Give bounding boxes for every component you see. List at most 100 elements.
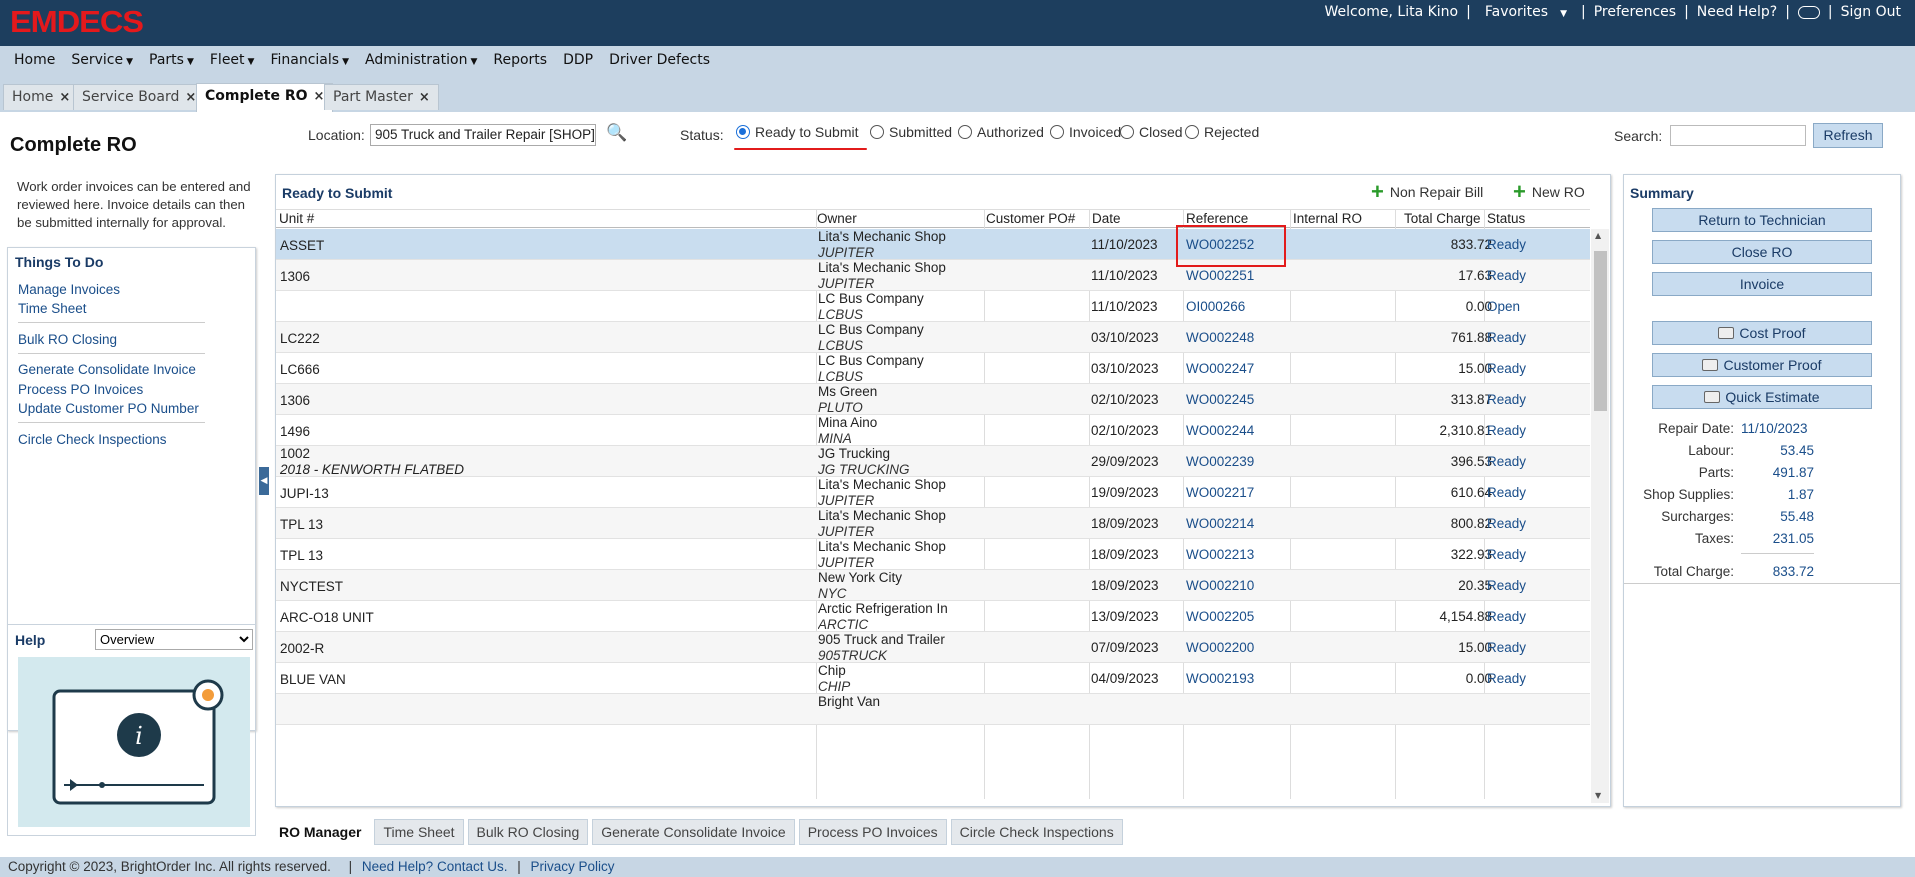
reference-link[interactable]: WO002251 — [1186, 268, 1254, 283]
status-link[interactable]: Ready — [1487, 609, 1526, 624]
col-date[interactable]: Date — [1092, 211, 1121, 226]
reference-link[interactable]: WO002205 — [1186, 609, 1254, 624]
close-icon[interactable]: × — [185, 90, 196, 105]
status-closed[interactable]: Closed — [1120, 124, 1183, 140]
favorites-menu[interactable]: Favorites ▼ — [1479, 4, 1573, 20]
menu-service[interactable]: Service ▼ — [71, 52, 133, 68]
reference-link[interactable]: WO002244 — [1186, 423, 1254, 438]
menu-administration[interactable]: Administration ▼ — [365, 52, 477, 68]
close-icon[interactable]: × — [314, 89, 325, 104]
chat-icon[interactable] — [1797, 5, 1820, 19]
location-input[interactable]: 905 Truck and Trailer Repair [SHOP] — [370, 124, 596, 146]
menu-home[interactable]: Home — [14, 52, 55, 68]
tab-home[interactable]: Home × — [3, 84, 80, 110]
privacy-policy-link[interactable]: Privacy Policy — [531, 859, 615, 874]
btab-ro-manager[interactable]: RO Manager — [270, 819, 371, 845]
link-generate-consolidate-invoice[interactable]: Generate Consolidate Invoice — [18, 362, 196, 377]
status-link[interactable]: Ready — [1487, 454, 1526, 469]
link-update-customer-po[interactable]: Update Customer PO Number — [18, 401, 199, 416]
need-help-link[interactable]: Need Help? — [1697, 4, 1777, 20]
status-link[interactable]: Ready — [1487, 578, 1526, 593]
table-row[interactable]: BLUE VAN Chip CHIP 04/09/2023 WO002193 0.00 Re… — [276, 663, 1590, 694]
emdecs-logo[interactable]: EMDECS — [10, 4, 144, 40]
status-authorized[interactable]: Authorized — [958, 124, 1044, 140]
customer-proof-button[interactable]: Customer Proof — [1652, 353, 1872, 377]
status-invoiced[interactable]: Invoiced — [1050, 124, 1121, 140]
reference-link[interactable]: WO002210 — [1186, 578, 1254, 593]
reference-link[interactable]: WO002213 — [1186, 547, 1254, 562]
contact-us-link[interactable]: Need Help? Contact Us. — [362, 859, 508, 874]
search-icon[interactable]: 🔍 — [606, 123, 627, 143]
help-topic-select[interactable]: Overview — [95, 629, 253, 650]
table-row[interactable]: LC Bus Company LCBUS 11/10/2023 OI000266 0.0… — [276, 291, 1590, 322]
menu-fleet[interactable]: Fleet ▼ — [210, 52, 255, 68]
tab-part-master[interactable]: Part Master × — [324, 84, 439, 110]
col-customer-po[interactable]: Customer PO# — [986, 211, 1075, 226]
btab-bulk-ro-closing[interactable]: Bulk RO Closing — [467, 819, 589, 845]
table-row[interactable]: TPL 13 Lita's Mechanic Shop JUPITER 18/09/2… — [276, 508, 1590, 539]
reference-link[interactable]: WO002217 — [1186, 485, 1254, 500]
table-row[interactable]: ASSET Lita's Mechanic Shop JUPITER 11/10/20… — [276, 229, 1590, 260]
reference-link[interactable]: WO002247 — [1186, 361, 1254, 376]
tab-complete-ro[interactable]: Complete RO × — [196, 83, 334, 112]
scroll-up-icon[interactable]: ▲ — [1595, 231, 1601, 240]
btab-circle-check-inspections[interactable]: Circle Check Inspections — [950, 819, 1123, 845]
non-repair-bill-button[interactable]: + Non Repair Bill — [1371, 181, 1483, 203]
table-row[interactable]: JUPI-13 Lita's Mechanic Shop JUPITER 19/09/… — [276, 477, 1590, 508]
table-row[interactable]: LC222 LC Bus Company LCBUS 03/10/2023 WO0022… — [276, 322, 1590, 353]
col-internal-ro[interactable]: Internal RO — [1293, 211, 1362, 226]
status-link[interactable]: Ready — [1487, 392, 1526, 407]
status-link[interactable]: Ready — [1487, 485, 1526, 500]
refresh-button[interactable]: Refresh — [1813, 123, 1883, 148]
btab-time-sheet[interactable]: Time Sheet — [374, 819, 464, 845]
reference-link[interactable]: OI000266 — [1186, 299, 1245, 314]
link-process-po-invoices[interactable]: Process PO Invoices — [18, 382, 143, 397]
sign-out-link[interactable]: Sign Out — [1841, 4, 1901, 20]
col-total-charge[interactable]: Total Charge — [1404, 211, 1481, 226]
reference-link[interactable]: WO002193 — [1186, 671, 1254, 686]
scrollbar-thumb[interactable] — [1594, 251, 1607, 411]
table-row[interactable]: 1306 Lita's Mechanic Shop JUPITER 11/10/202… — [276, 260, 1590, 291]
status-link[interactable]: Ready — [1487, 268, 1526, 283]
menu-driver-defects[interactable]: Driver Defects — [609, 52, 710, 68]
status-link[interactable]: Ready — [1487, 671, 1526, 686]
table-row[interactable]: ARC-O18 UNIT Arctic Refrigeration Inc. ARC… — [276, 601, 1590, 632]
table-row[interactable]: 1496 Mina Aino MINA 02/10/2023 WO002244 2,310… — [276, 415, 1590, 446]
preferences-link[interactable]: Preferences — [1594, 4, 1676, 20]
col-unit[interactable]: Unit # — [279, 211, 314, 226]
help-video-thumbnail[interactable]: i — [18, 657, 250, 827]
reference-link[interactable]: WO002200 — [1186, 640, 1254, 655]
menu-reports[interactable]: Reports — [493, 52, 547, 68]
status-link[interactable]: Ready — [1487, 330, 1526, 345]
invoice-button[interactable]: Invoice — [1652, 272, 1872, 296]
status-link[interactable]: Ready — [1487, 547, 1526, 562]
status-rejected[interactable]: Rejected — [1185, 124, 1259, 140]
status-link[interactable]: Open — [1487, 299, 1520, 314]
btab-process-po-invoices[interactable]: Process PO Invoices — [798, 819, 947, 845]
search-input[interactable] — [1670, 125, 1806, 146]
col-reference[interactable]: Reference — [1186, 211, 1248, 226]
btab-generate-consolidate-invoice[interactable]: Generate Consolidate Invoice — [592, 819, 795, 845]
reference-link[interactable]: WO002239 — [1186, 454, 1254, 469]
table-row[interactable]: LC666 LC Bus Company LCBUS 03/10/2023 WO0022… — [276, 353, 1590, 384]
return-to-technician-button[interactable]: Return to Technician — [1652, 208, 1872, 232]
menu-financials[interactable]: Financials ▼ — [270, 52, 349, 68]
menu-parts[interactable]: Parts ▼ — [149, 52, 194, 68]
close-icon[interactable]: × — [59, 90, 70, 105]
tab-service-board[interactable]: Service Board × — [73, 84, 206, 110]
status-submitted[interactable]: Submitted — [870, 124, 952, 140]
table-row[interactable]: NYCTEST New York City NYC 18/09/2023 WO00221… — [276, 570, 1590, 601]
col-owner[interactable]: Owner — [817, 211, 857, 226]
status-link[interactable]: Ready — [1487, 237, 1526, 252]
table-row[interactable]: 1002 2018 - KENWORTH FLATBED JG Trucking JG… — [276, 446, 1590, 477]
status-link[interactable]: Ready — [1487, 640, 1526, 655]
status-link[interactable]: Ready — [1487, 516, 1526, 531]
status-ready-to-submit[interactable]: Ready to Submit — [736, 124, 859, 140]
quick-estimate-button[interactable]: Quick Estimate — [1652, 385, 1872, 409]
table-row[interactable]: 1306 Ms Green PLUTO 02/10/2023 WO002245 313.8… — [276, 384, 1590, 415]
status-link[interactable]: Ready — [1487, 361, 1526, 376]
reference-link[interactable]: WO002214 — [1186, 516, 1254, 531]
status-link[interactable]: Ready — [1487, 423, 1526, 438]
scroll-down-icon[interactable]: ▼ — [1595, 791, 1601, 800]
reference-link[interactable]: WO002245 — [1186, 392, 1254, 407]
